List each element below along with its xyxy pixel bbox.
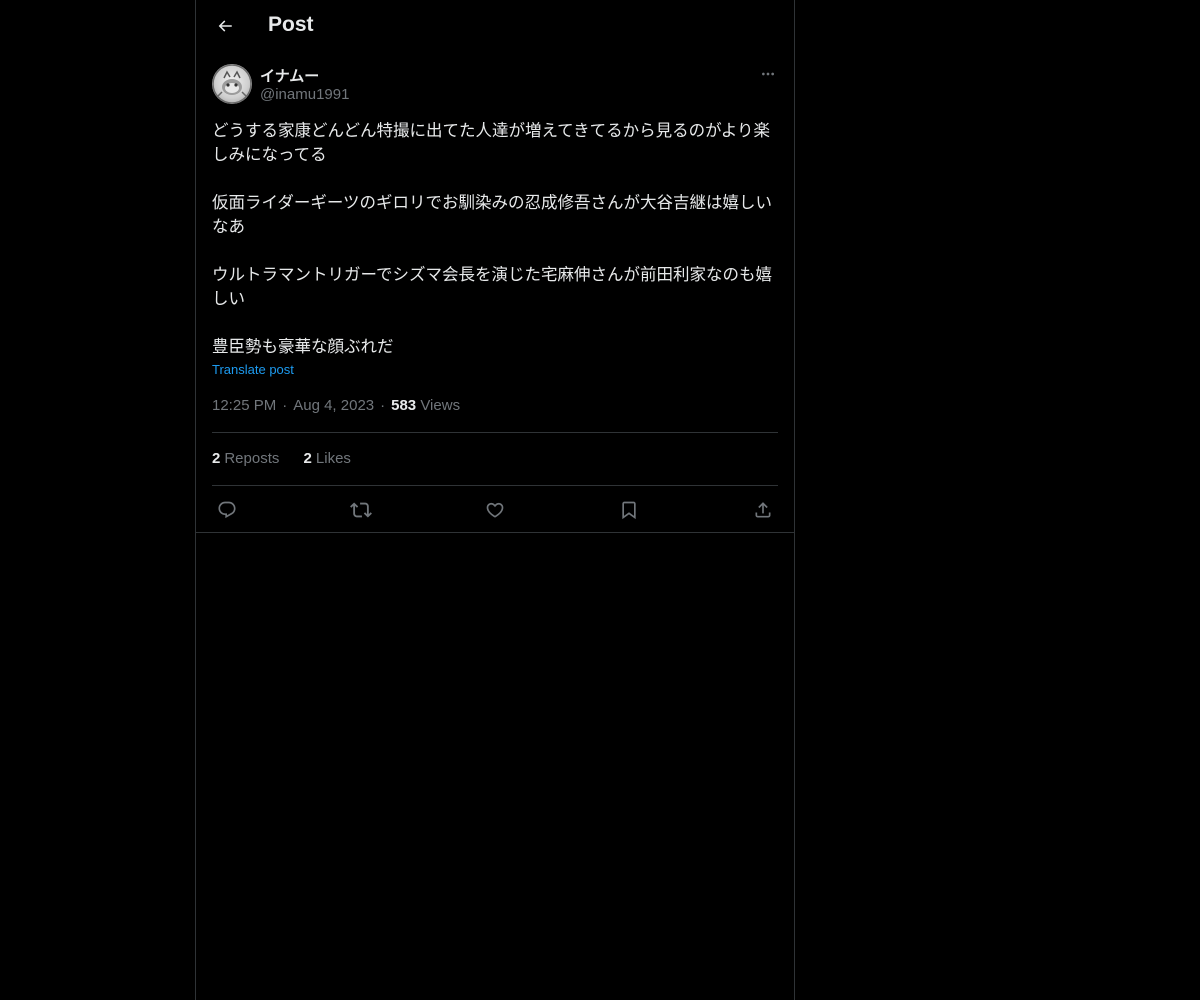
- divider: [212, 485, 778, 486]
- likes-label: Likes: [315, 450, 351, 467]
- likes-count: 2: [303, 450, 312, 467]
- reposts-count: 2: [212, 450, 221, 467]
- post-paragraph: どうする家康どんどん特撮に出てた人達が増えてきてるから見るのがより楽しみになって…: [212, 121, 771, 164]
- post-meta: 12:25 PM · Aug 4, 2023 · 583 Views: [212, 397, 460, 414]
- post-paragraph: ウルトラマントリガーでシズマ会長を演じた宅麻伸さんが前田利家なのも嬉しい: [212, 265, 773, 308]
- action-bar: [212, 497, 778, 523]
- divider: [212, 432, 778, 433]
- meta-separator: ·: [282, 397, 288, 414]
- post-date[interactable]: Aug 4, 2023: [293, 397, 374, 414]
- reply-button[interactable]: [212, 497, 242, 523]
- post-time[interactable]: 12:25 PM: [212, 397, 276, 414]
- like-button[interactable]: [480, 497, 510, 523]
- views-count: 583: [391, 397, 417, 414]
- share-icon: [755, 502, 771, 518]
- reply-icon: [218, 501, 236, 519]
- views-label: Views: [420, 397, 461, 414]
- more-horizontal-icon: [762, 72, 774, 76]
- heart-icon: [486, 502, 504, 518]
- reposts-label: Reposts: [224, 450, 280, 467]
- likes-stat[interactable]: 2 Likes: [304, 450, 351, 467]
- repost-button[interactable]: [346, 497, 376, 523]
- avatar[interactable]: [212, 64, 252, 104]
- post-paragraph: 豊臣勢も豪華な顔ぶれだ: [212, 337, 394, 356]
- bookmark-icon: [622, 501, 636, 520]
- avatar-image: [212, 64, 252, 104]
- share-button[interactable]: [748, 497, 778, 523]
- post-column: Post イナムー @inamu1991 どうする家康どんどん特撮に出てた人達が…: [195, 0, 795, 1000]
- arrow-left-icon: [218, 20, 232, 32]
- repost-icon: [350, 502, 372, 518]
- post-text: どうする家康どんどん特撮に出てた人達が増えてきてるから見るのがより楽しみになって…: [212, 119, 778, 359]
- author-handle[interactable]: @inamu1991: [260, 86, 349, 103]
- more-options-button[interactable]: [758, 64, 778, 84]
- post-bottom-border: [196, 532, 794, 533]
- page-header: Post: [196, 0, 794, 53]
- reposts-stat[interactable]: 2 Reposts: [212, 450, 279, 467]
- back-button[interactable]: [208, 9, 242, 43]
- page-title: Post: [268, 13, 314, 36]
- author-display-name[interactable]: イナムー: [260, 65, 319, 86]
- engagement-stats: 2 Reposts 2 Likes: [212, 450, 371, 467]
- meta-separator: ·: [380, 397, 386, 414]
- translate-post-link[interactable]: Translate post: [212, 362, 294, 377]
- post-paragraph: 仮面ライダーギーツのギロリでお馴染みの忍成修吾さんが大谷吉継は嬉しいなあ: [212, 193, 773, 236]
- bookmark-button[interactable]: [614, 497, 644, 523]
